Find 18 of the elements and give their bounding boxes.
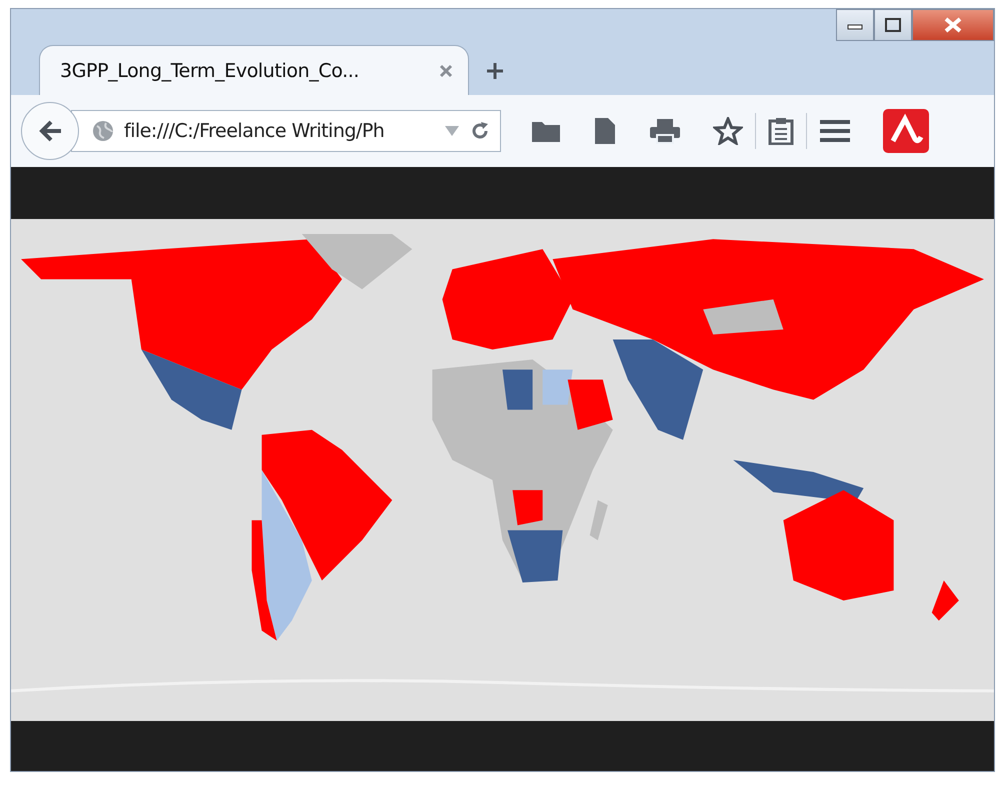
star-icon[interactable]: [713, 117, 743, 145]
print-icon[interactable]: [649, 118, 681, 144]
folder-icon[interactable]: [531, 119, 561, 143]
menu-icon[interactable]: [819, 119, 851, 143]
reload-icon[interactable]: [470, 121, 490, 141]
plus-icon[interactable]: [485, 61, 505, 81]
close-icon: [943, 17, 963, 33]
maximize-button[interactable]: [874, 9, 912, 41]
browser-tab[interactable]: 3GPP_Long_Term_Evolution_Co...: [39, 45, 469, 95]
minimize-button[interactable]: [836, 9, 874, 41]
close-icon[interactable]: [438, 62, 454, 78]
clipboard-icon[interactable]: [768, 117, 794, 145]
document-icon[interactable]: [593, 117, 617, 145]
globe-icon: [92, 120, 114, 142]
back-arrow-icon: [37, 119, 63, 143]
maximize-icon: [885, 18, 901, 32]
close-button[interactable]: [912, 9, 994, 41]
address-field[interactable]: file:///C:/Freelance Writing/Ph: [71, 110, 501, 152]
